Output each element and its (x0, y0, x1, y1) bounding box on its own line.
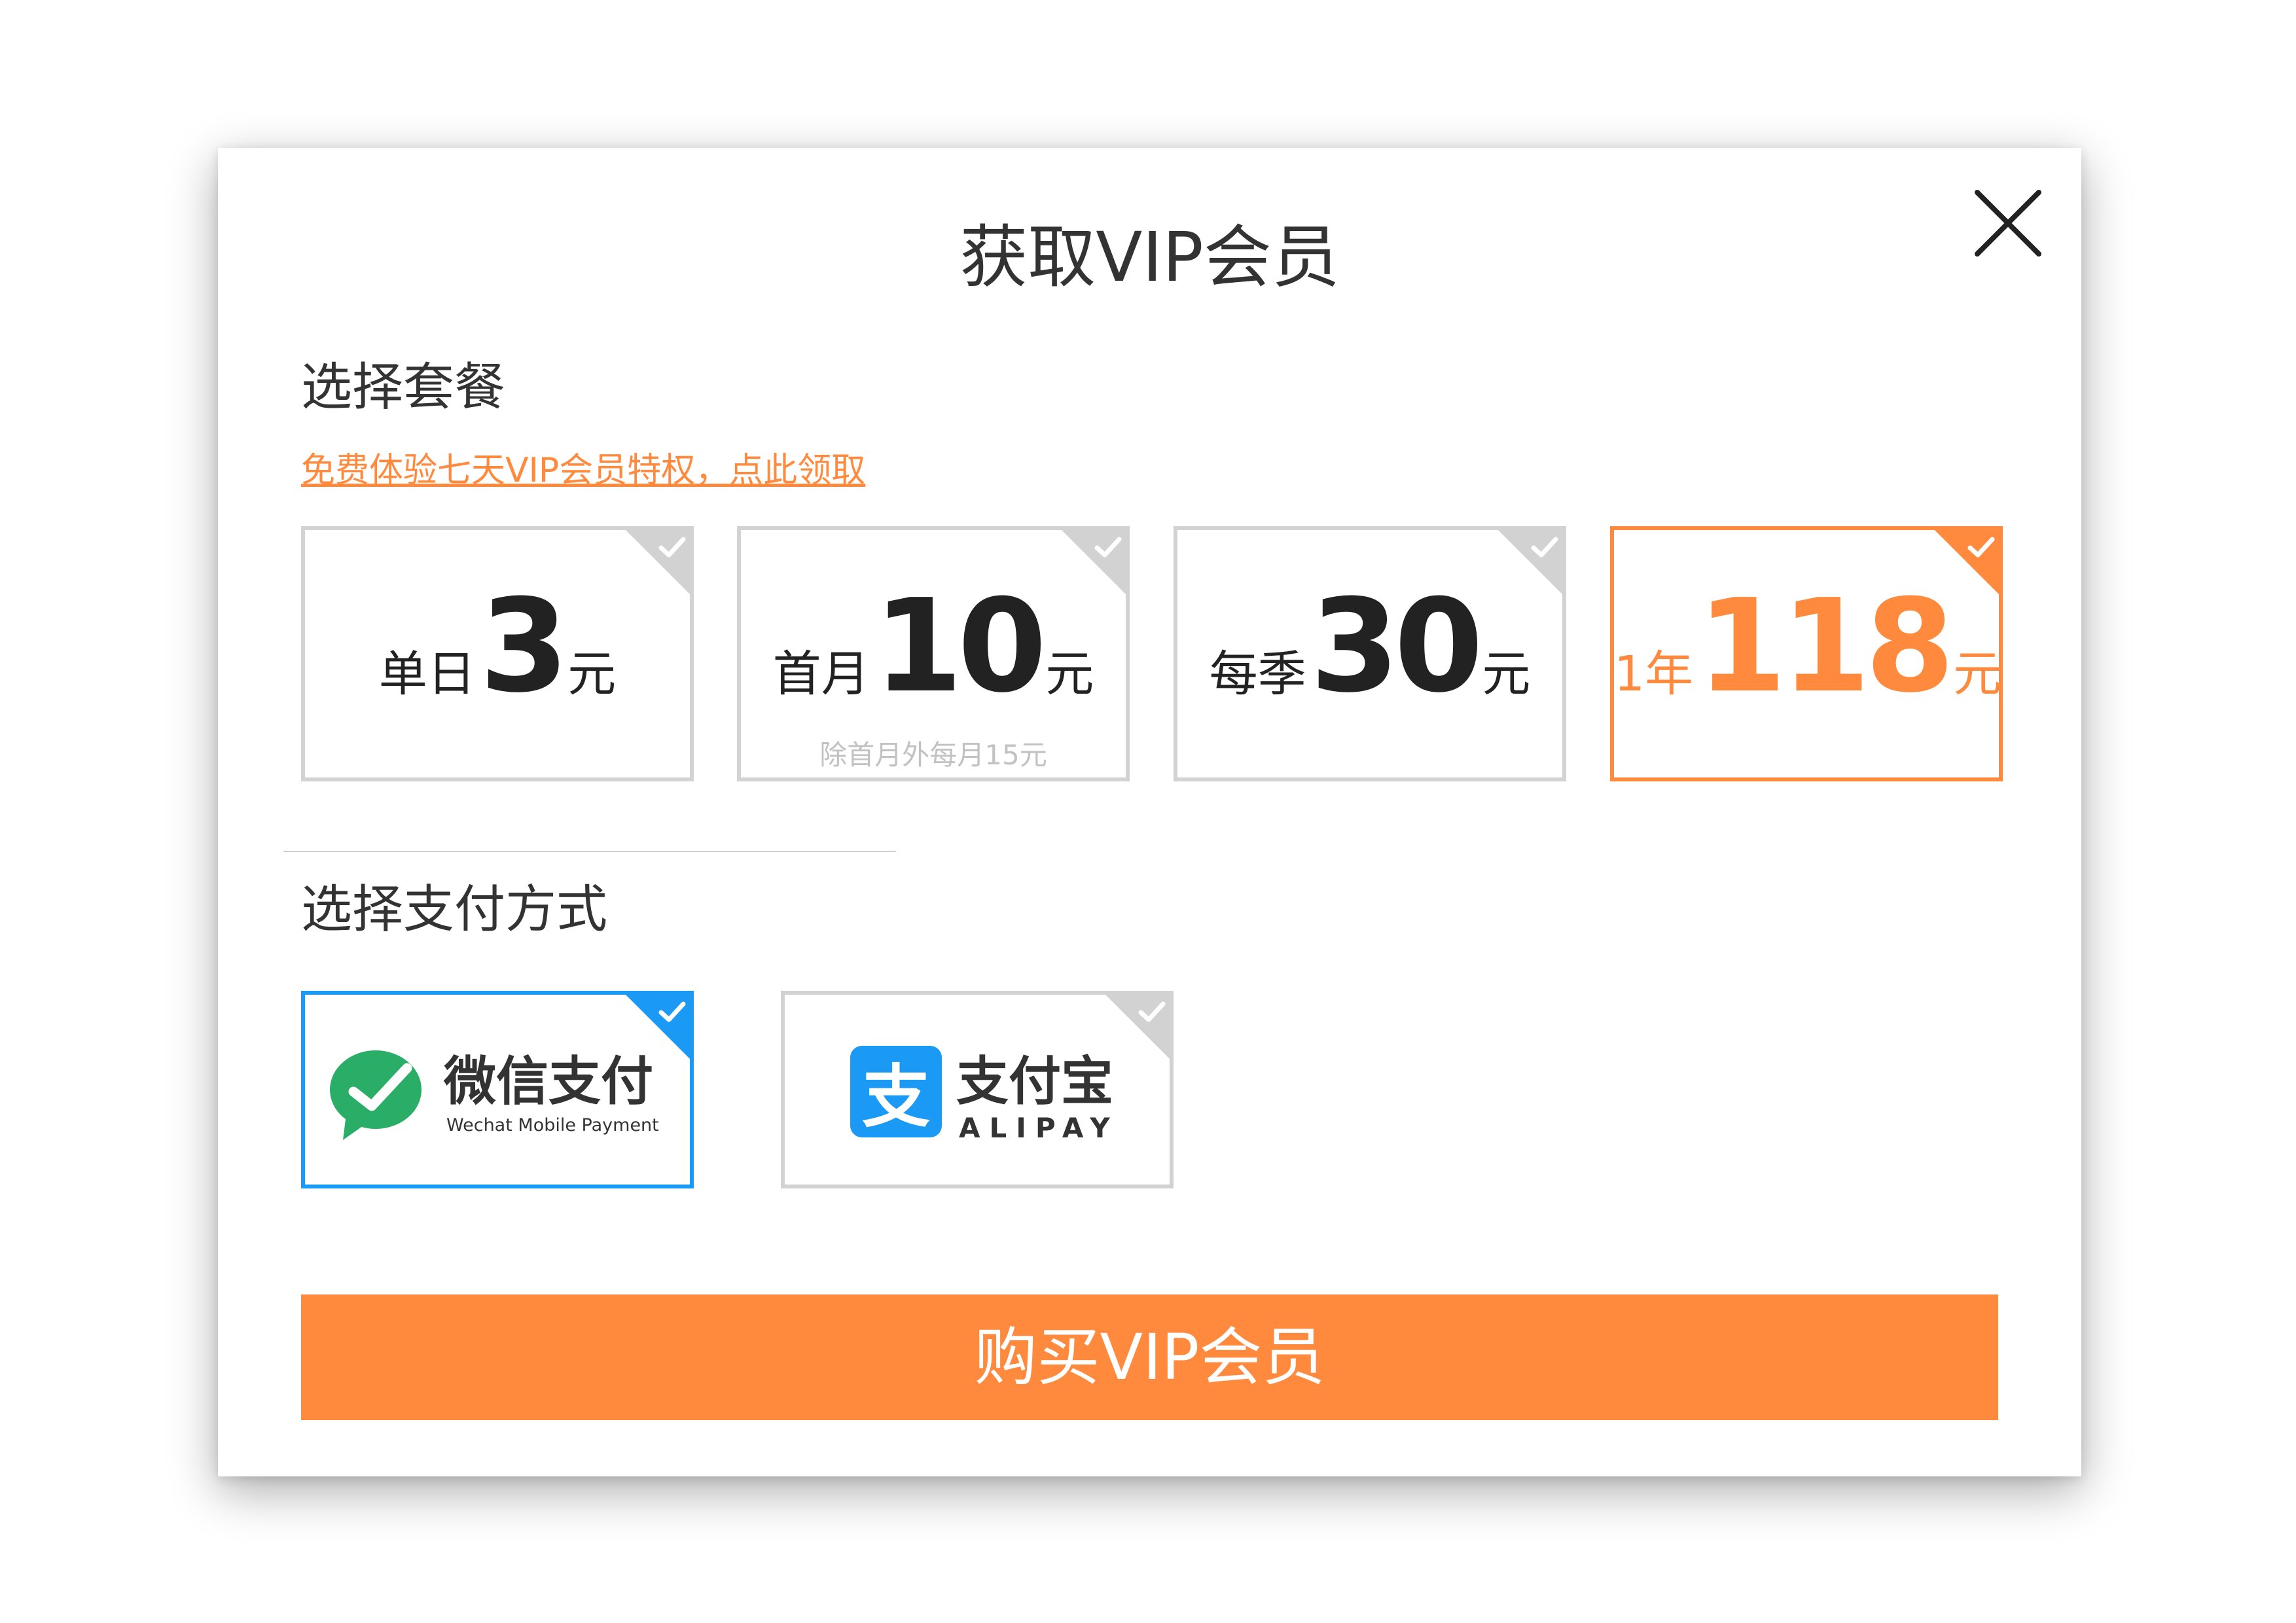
plan-label: 首月 (772, 646, 870, 702)
plan-amount: 10 (873, 572, 1047, 721)
plan-unit: 元 (1953, 646, 2002, 702)
section-divider (283, 851, 896, 852)
plan-amount: 30 (1310, 572, 1484, 721)
svg-text:支: 支 (862, 1057, 930, 1137)
plan-amount: 3 (479, 572, 569, 721)
free-trial-link[interactable]: 免费体验七天VIP会员特权，点此领取 (301, 442, 865, 491)
plan-price: 单日3元 (305, 582, 690, 711)
plan-section-heading: 选择套餐 (301, 358, 506, 417)
plan-amount: 118 (1697, 572, 1954, 721)
alipay-subtitle: ALIPAY (959, 1112, 1119, 1144)
plan-price: 1年118元 (1614, 582, 1999, 711)
alipay-name: 支付宝 (956, 1051, 1113, 1112)
alipay-icon: 支 (850, 1046, 942, 1137)
buy-vip-button[interactable]: 购买VIP会员 (301, 1294, 1998, 1420)
alipay-logo: 支 支付宝 ALIPAY (850, 1046, 1119, 1144)
check-icon (1531, 537, 1558, 558)
payment-option-wechat[interactable]: 微信支付 Wechat Mobile Payment (301, 991, 694, 1188)
dialog-title: 获取VIP会员 (960, 217, 1340, 297)
close-button[interactable] (1972, 187, 2044, 259)
plan-note: 除首月外每月15元 (819, 739, 1047, 771)
wechat-pay-logo: 微信支付 Wechat Mobile Payment (330, 1050, 659, 1140)
plan-label: 单日 (378, 646, 476, 702)
plan-card-first-month[interactable]: 首月10元 除首月外每月15元 (737, 526, 1130, 781)
check-icon (1094, 537, 1122, 558)
close-icon (1975, 190, 2041, 257)
check-icon (658, 537, 686, 558)
plan-card-day[interactable]: 单日3元 (301, 526, 694, 781)
plan-unit: 元 (1045, 646, 1094, 702)
plan-unit: 元 (567, 646, 617, 702)
payment-option-alipay[interactable]: 支 支付宝 ALIPAY (781, 991, 1174, 1188)
plan-label: 1年 (1614, 646, 1694, 702)
plan-label: 每季 (1209, 646, 1306, 702)
plan-price: 每季30元 (1177, 582, 1562, 711)
wechat-icon (330, 1050, 422, 1140)
vip-dialog: 获取VIP会员 选择套餐 免费体验七天VIP会员特权，点此领取 单日3元 首月1… (218, 148, 2081, 1476)
plan-unit: 元 (1482, 646, 1531, 702)
wechat-pay-name: 微信支付 (443, 1051, 653, 1112)
plan-price: 首月10元 (741, 582, 1126, 711)
wechat-pay-subtitle: Wechat Mobile Payment (446, 1115, 659, 1135)
plan-card-quarter[interactable]: 每季30元 (1174, 526, 1566, 781)
payment-section-heading: 选择支付方式 (301, 880, 608, 939)
plan-card-year[interactable]: 1年118元 (1610, 526, 2003, 781)
check-icon (1967, 537, 1995, 558)
